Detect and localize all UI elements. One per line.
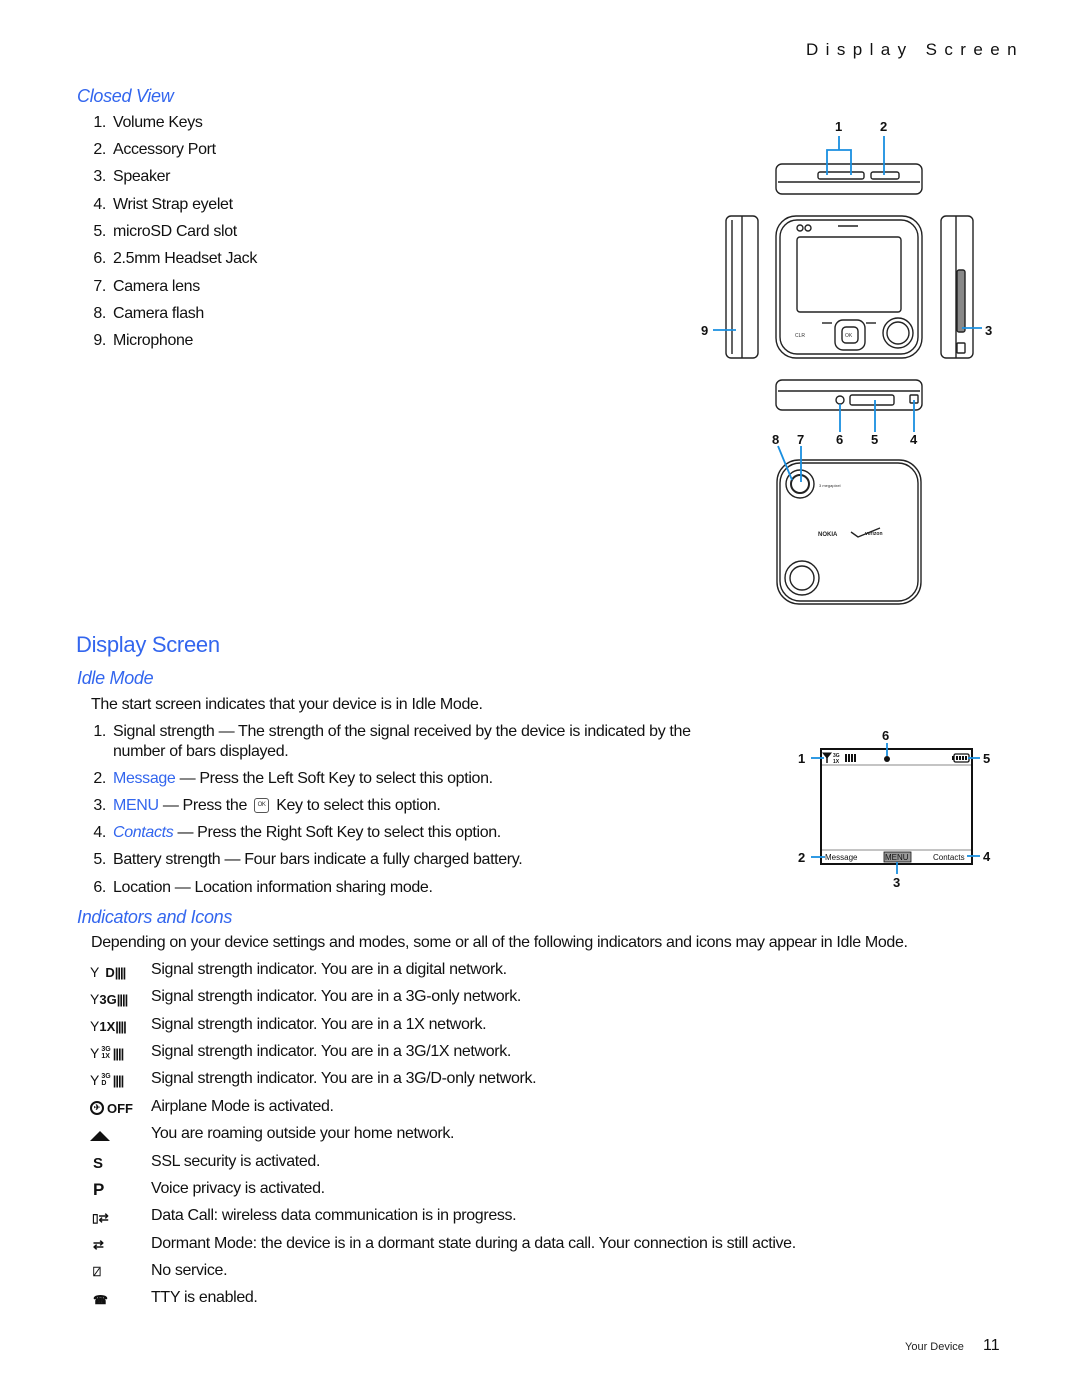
right-softkey-label: Contacts [933, 853, 965, 862]
phone-left-side [725, 215, 759, 359]
indicator-text: SSL security is activated. [151, 1153, 321, 1170]
phone-top-edge [775, 163, 923, 195]
contacts-softkey-term: Contacts [113, 824, 174, 841]
list-item: 7. Camera lens [93, 278, 200, 295]
screen-callout-2: 2 [798, 850, 805, 865]
screen-callout-1: 1 [798, 751, 805, 766]
signal-digital-icon: Y D |||| [90, 964, 126, 980]
screen-callout-5: 5 [983, 751, 990, 766]
center-softkey-label: MENU [885, 853, 909, 862]
airplane-mode-icon: ✈ OFF [90, 1099, 146, 1117]
list-item: 3. Speaker [93, 168, 171, 185]
data-call-icon: ▯⇄ [92, 1211, 109, 1225]
voice-privacy-icon: P [93, 1180, 105, 1199]
display-screen-heading: Display Screen [76, 632, 220, 657]
back-brand-nokia: NOKIA [818, 532, 838, 538]
phone-closed-view-diagram: 3 megapixel NOKIA verizon CLR OK 1 2 3 4… [701, 119, 992, 605]
list-item: 6. Location — Location information shari… [93, 879, 433, 896]
indicator-text: Signal strength indicator. You are in a … [151, 988, 521, 1005]
signal-3g-icon: Y 3G |||| [90, 991, 128, 1007]
list-item: 5. microSD Card slot [93, 223, 237, 240]
phone-right-side [940, 215, 974, 359]
no-service-icon: ⍁ [93, 1264, 101, 1279]
back-brand-verizon: verizon [865, 531, 883, 537]
list-item: 1. Volume Keys [93, 114, 203, 131]
page-number: 11 [983, 1337, 1000, 1354]
footer-section-label: Your Device [905, 1341, 964, 1353]
network-1x-label: 1X [833, 759, 840, 765]
signal-3g-1x-icon: Y 3G 1X |||| [90, 1045, 124, 1061]
ok-key-icon: OK [254, 798, 270, 814]
indicator-text: Dormant Mode: the device is in a dormant… [151, 1235, 796, 1252]
tty-icon: ☎ [93, 1293, 108, 1307]
idle-mode-intro: The start screen indicates that your dev… [91, 696, 483, 713]
screen-callout-6: 6 [882, 728, 889, 743]
roaming-icon [90, 1127, 146, 1145]
screen-callout-3: 3 [893, 875, 900, 890]
indicator-text: Voice privacy is activated. [151, 1180, 325, 1197]
indicator-text: Signal strength indicator. You are in a … [151, 961, 507, 978]
callout-1: 1 [835, 119, 842, 134]
message-softkey-term: Message [113, 770, 176, 787]
idle-screen-diagram: 3G 1X Message MENU Contacts 1 2 3 4 5 6 [798, 728, 991, 890]
list-item: 4. Contacts — Press the Right Soft Key t… [93, 824, 501, 841]
list-item: 1. Signal strength — The strength of the… [93, 723, 691, 740]
callout-7: 7 [797, 432, 804, 447]
location-icon [884, 756, 890, 762]
indicators-intro: Depending on your device settings and mo… [91, 934, 908, 951]
list-item-continuation: number of bars displayed. [113, 743, 289, 760]
callout-8: 8 [772, 432, 779, 447]
indicators-heading: Indicators and Icons [77, 907, 233, 927]
callout-6: 6 [836, 432, 843, 447]
list-item: 5. Battery strength — Four bars indicate… [93, 851, 523, 868]
menu-softkey-term: MENU [113, 797, 159, 814]
indicator-text: You are roaming outside your home networ… [151, 1125, 455, 1142]
front-clr-key: CLR [795, 333, 805, 339]
dormant-mode-icon: ⇄ [93, 1237, 104, 1252]
indicator-text: Signal strength indicator. You are in a … [151, 1016, 487, 1033]
indicator-text: TTY is enabled. [151, 1289, 258, 1306]
phone-back [776, 459, 922, 605]
list-item: 8. Camera flash [93, 305, 204, 322]
back-camera-label: 3 megapixel [819, 483, 841, 488]
ssl-security-icon: S [93, 1154, 104, 1172]
list-item: 3. MENU — Press the OK Key to select thi… [93, 797, 441, 814]
indicator-text: Data Call: wireless data communication i… [151, 1207, 517, 1224]
screen-callout-4: 4 [983, 849, 991, 864]
callout-5: 5 [871, 432, 878, 447]
idle-mode-heading: Idle Mode [77, 668, 154, 688]
callout-3: 3 [985, 323, 992, 338]
list-item: 2. Message — Press the Left Soft Key to … [93, 770, 493, 787]
indicator-text: No service. [151, 1262, 228, 1279]
indicator-text: Signal strength indicator. You are in a … [151, 1070, 537, 1087]
signal-1x-icon: Y 1X |||| [90, 1018, 127, 1034]
signal-3g-d-icon: Y 3G D |||| [90, 1072, 124, 1088]
screen-frame [820, 748, 973, 865]
closed-view-heading: Closed View [77, 86, 174, 106]
callout-2: 2 [880, 119, 887, 134]
front-ok-key: OK [845, 333, 853, 339]
list-item: 9. Microphone [93, 332, 194, 349]
indicator-text: Airplane Mode is activated. [151, 1098, 334, 1115]
left-softkey-label: Message [825, 853, 858, 862]
list-item: 2. Accessory Port [93, 141, 216, 158]
callout-9: 9 [701, 323, 708, 338]
running-head: Display Screen [806, 40, 1024, 59]
list-item: 6. 2.5mm Headset Jack [93, 250, 257, 267]
phone-bottom-edge [775, 379, 923, 411]
callout-4: 4 [910, 432, 918, 447]
list-item: 4. Wrist Strap eyelet [93, 196, 233, 213]
indicator-text: Signal strength indicator. You are in a … [151, 1043, 512, 1060]
